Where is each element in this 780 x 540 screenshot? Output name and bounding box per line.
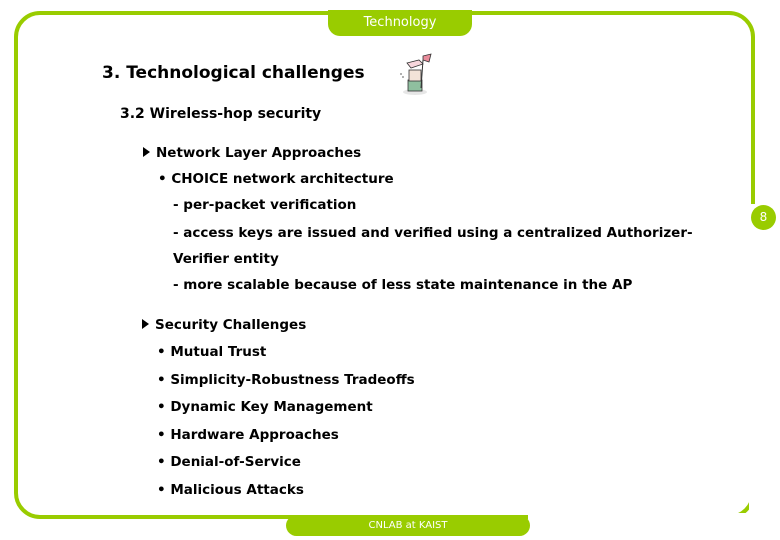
slide-title: 3. Technological challenges bbox=[102, 63, 365, 83]
slide-subtitle: 3.2 Wireless-hop security bbox=[120, 106, 322, 122]
mascot-illustration-icon bbox=[400, 53, 432, 95]
frame-gap bbox=[528, 513, 758, 521]
list-item: Verifier entity bbox=[173, 251, 279, 267]
list-item: - more scalable because of less state ma… bbox=[173, 277, 633, 293]
list-item: • Hardware Approaches bbox=[157, 427, 339, 443]
triangle-bullet-icon bbox=[143, 147, 150, 157]
list-item: • CHOICE network architecture bbox=[158, 171, 394, 187]
section-heading-text: Security Challenges bbox=[155, 317, 307, 333]
triangle-bullet-icon bbox=[142, 319, 149, 329]
section-heading-text: Network Layer Approaches bbox=[156, 145, 362, 161]
section-heading: Network Layer Approaches bbox=[143, 145, 361, 161]
slide-frame bbox=[14, 11, 755, 519]
page-number: 8 bbox=[751, 205, 776, 230]
list-item: - access keys are issued and verified us… bbox=[173, 225, 693, 241]
footer-label: CNLAB at KAIST bbox=[286, 515, 530, 536]
list-item: - per-packet verification bbox=[173, 197, 357, 213]
section-heading: Security Challenges bbox=[142, 317, 306, 333]
list-item: • Dynamic Key Management bbox=[157, 399, 373, 415]
list-item: • Mutual Trust bbox=[157, 344, 267, 360]
section-tab: Technology bbox=[328, 10, 472, 36]
list-item: • Malicious Attacks bbox=[157, 482, 304, 498]
frame-gap bbox=[749, 204, 755, 520]
list-item: • Denial-of-Service bbox=[157, 454, 301, 470]
list-item: • Simplicity-Robustness Tradeoffs bbox=[157, 372, 415, 388]
